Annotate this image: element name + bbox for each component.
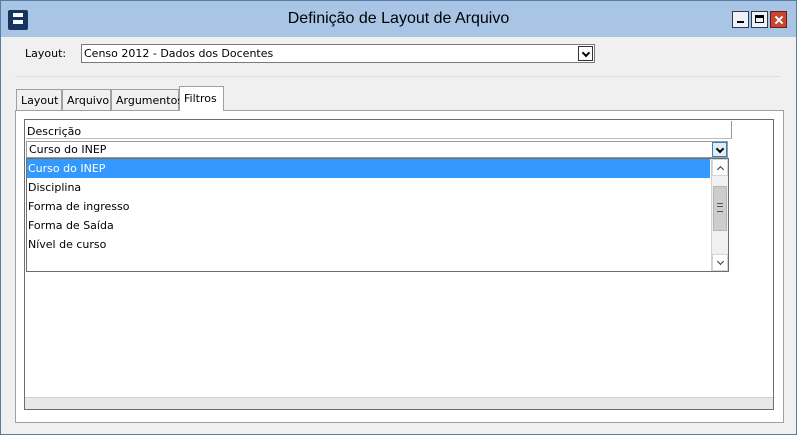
descricao-cell-value: Curso do INEP — [29, 143, 107, 156]
separator — [15, 76, 780, 77]
column-header-descricao[interactable]: Descrição — [26, 121, 732, 139]
grip-icon — [717, 203, 723, 212]
dropdown-option-forma-de-ingresso[interactable]: Forma de ingresso — [27, 197, 710, 216]
tab-layout[interactable]: Layout — [16, 89, 62, 110]
dropdown-option-disciplina[interactable]: Disciplina — [27, 178, 710, 197]
dropdown-option-nivel-de-curso[interactable]: Nível de curso — [27, 235, 710, 254]
chevron-up-icon — [716, 165, 725, 174]
descricao-dropdown-button[interactable] — [712, 142, 727, 157]
descricao-cell-combo[interactable]: Curso do INEP — [26, 141, 728, 158]
filters-grid[interactable]: Descrição Curso do INEP Curso do INEP Di… — [24, 119, 774, 410]
scrollbar-thumb[interactable] — [713, 186, 727, 231]
grid-footer-bar — [25, 397, 773, 409]
window-title: Definição de Layout de Arquivo — [287, 10, 510, 27]
layout-select-value: Censo 2012 - Dados dos Docentes — [84, 47, 274, 60]
dropdown-option-curso-do-inep[interactable]: Curso do INEP — [27, 159, 710, 178]
close-button[interactable] — [770, 11, 787, 28]
tab-argumentos[interactable]: Argumentos — [111, 89, 183, 110]
chevron-down-icon — [715, 144, 725, 154]
minimize-button[interactable] — [732, 11, 749, 28]
maximize-button[interactable] — [751, 11, 768, 28]
layout-label: Layout: — [25, 47, 67, 60]
tab-filtros[interactable]: Filtros — [179, 86, 224, 111]
layout-select-dropdown-button[interactable] — [578, 46, 593, 61]
chevron-down-icon — [581, 48, 591, 58]
scroll-down-button[interactable] — [712, 254, 728, 271]
layout-select[interactable]: Censo 2012 - Dados dos Docentes — [81, 44, 595, 63]
scroll-up-button[interactable] — [712, 159, 728, 176]
filtros-tab-panel: Descrição Curso do INEP Curso do INEP Di… — [15, 110, 784, 423]
dropdown-scrollbar[interactable] — [711, 159, 728, 271]
tab-arquivo[interactable]: Arquivo — [62, 89, 111, 110]
title-bar[interactable]: Definição de Layout de Arquivo — [1, 1, 796, 37]
dropdown-option-forma-de-saida[interactable]: Forma de Saída — [27, 216, 710, 235]
chevron-down-icon — [716, 257, 725, 266]
app-window: Definição de Layout de Arquivo Layout: C… — [0, 0, 797, 435]
descricao-dropdown-list[interactable]: Curso do INEP Disciplina Forma de ingres… — [26, 158, 729, 272]
